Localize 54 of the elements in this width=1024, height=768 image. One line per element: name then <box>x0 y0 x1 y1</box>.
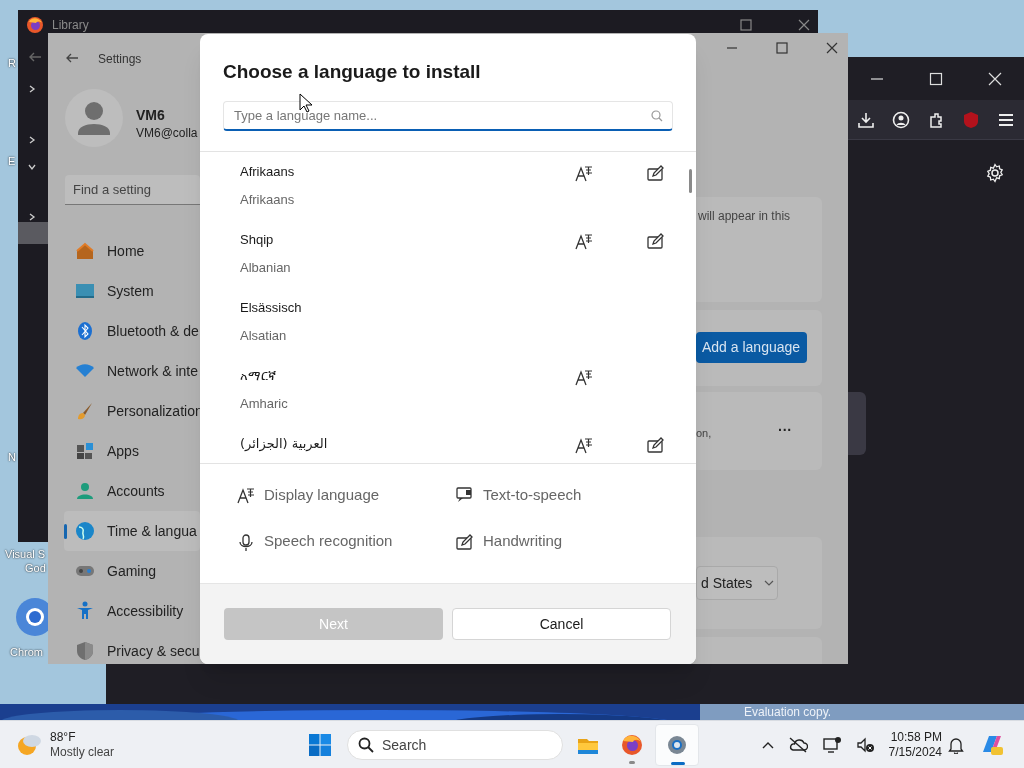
cancel-button[interactable]: Cancel <box>452 608 671 640</box>
nav-item[interactable]: Time & langua <box>64 511 200 551</box>
language-english-name: Amharic <box>240 395 289 412</box>
feature-label: Handwriting <box>483 531 563 552</box>
temperature: 88°F <box>50 730 77 745</box>
language-search-field[interactable]: Type a language name... <box>223 100 673 131</box>
card-text: on, <box>696 426 712 441</box>
language-item[interactable]: Afrikaans Afrikaans <box>200 151 696 220</box>
nav-item[interactable]: Home <box>64 231 200 271</box>
weather-widget[interactable]: 88°F Mostly clear <box>16 729 136 761</box>
build-notice: Evaluation copy. <box>744 704 832 720</box>
user-name: VM6 <box>136 106 165 125</box>
taskbar-search[interactable]: Search <box>347 730 563 760</box>
language-english-name: Afrikaans <box>240 191 296 208</box>
nav-item[interactable]: System <box>64 271 200 311</box>
dialog-title: Choose a language to install <box>223 60 482 84</box>
feature-label: Speech recognition <box>264 531 393 552</box>
nav-item[interactable]: Privacy & secu <box>64 631 200 671</box>
nav-item[interactable]: Network & inte <box>64 351 200 391</box>
language-item[interactable]: Shqip Albanian <box>200 219 696 288</box>
clock[interactable]: 10:58 PM 7/15/2024 <box>872 728 942 762</box>
desktop-icon-label: R <box>8 58 16 69</box>
search-field[interactable]: Find a setting <box>65 175 200 205</box>
language-item[interactable]: አማርኛ Amharic <box>200 355 696 424</box>
user-email: VM6@colla <box>136 125 198 142</box>
language-item[interactable]: Elsässisch Alsatian <box>200 287 696 356</box>
add-language-button[interactable]: Add a language <box>696 332 807 363</box>
nav-item[interactable]: Bluetooth & de <box>64 311 200 351</box>
window-title: Settings <box>98 51 142 68</box>
nav-item[interactable]: Personalization <box>64 391 200 431</box>
feature-label: Text-to-speech <box>483 484 582 505</box>
language-name: Elsässisch <box>240 299 303 316</box>
card-text: will appear in this <box>698 208 791 225</box>
desktop-icon-label: God <box>25 563 46 574</box>
window-title: Library <box>52 17 89 34</box>
language-english-name: Albanian <box>240 259 292 276</box>
nav-item[interactable]: Accounts <box>64 471 200 511</box>
nav-item[interactable]: Apps <box>64 431 200 471</box>
language-name: አማርኛ <box>240 367 277 384</box>
nav-item[interactable]: Accessibility <box>64 591 200 631</box>
desktop-icon-label: Visual S <box>5 549 46 560</box>
desktop-icon-label: Chrom <box>10 647 43 658</box>
language-name: Shqip <box>240 231 275 248</box>
more-button[interactable]: ··· <box>778 420 792 441</box>
language-name: Afrikaans <box>240 163 296 180</box>
desktop-icon-label: E <box>8 156 16 167</box>
weather-condition: Mostly clear <box>50 745 114 760</box>
feature-label: Display language <box>264 484 380 505</box>
nav-item[interactable]: Gaming <box>64 551 200 591</box>
language-english-name: Alsatian <box>240 327 288 344</box>
desktop-icon-label: N <box>8 452 16 463</box>
language-name: العربية (الجزائر) <box>240 435 329 452</box>
region-dropdown[interactable]: d States <box>696 566 778 600</box>
language-item[interactable]: العربية (الجزائر) <box>200 423 696 463</box>
